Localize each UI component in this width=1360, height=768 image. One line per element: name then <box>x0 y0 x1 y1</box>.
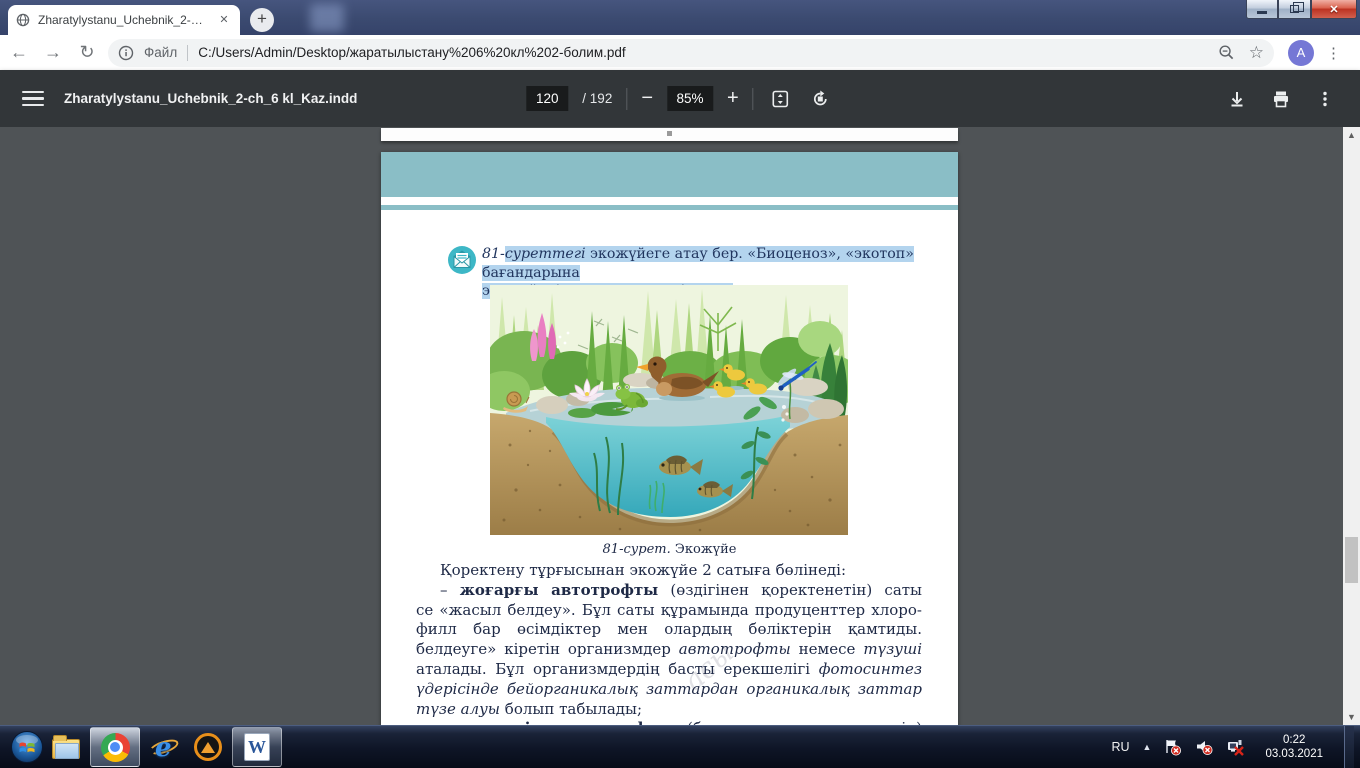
url-scheme-label: Файл <box>144 45 178 60</box>
more-options-icon[interactable] <box>1312 86 1338 112</box>
print-button[interactable] <box>1268 86 1294 112</box>
body-line: се «жасыл белдеу». Бұл саты құрамында пр… <box>416 600 922 619</box>
page-total-label: / 192 <box>582 91 613 106</box>
pdf-document-title: Zharatylystanu_Uchebnik_2-ch_6 kl_Kaz.in… <box>64 91 358 106</box>
pdf-page: 81-суреттегі экожүйеге атау бер. «Биоцен… <box>381 152 958 768</box>
taskbar-clock[interactable]: 0:22 03.03.2021 <box>1257 733 1331 761</box>
body-line: Қоректену тұрғысынан экожүйе 2 сатыға бө… <box>440 561 846 579</box>
figure-caption: 81-сурет. Экожүйе <box>602 542 737 557</box>
scrollbar-thumb[interactable] <box>1345 537 1358 583</box>
action-center-flag-icon[interactable] <box>1164 738 1182 756</box>
toolbar-divider <box>626 87 628 110</box>
show-desktop-button[interactable] <box>1344 725 1354 768</box>
url-text[interactable]: C:/Users/Admin/Desktop/жаратылыстану%206… <box>198 45 1218 60</box>
zoom-out-button[interactable]: − <box>641 87 653 110</box>
body-line: аталады. Бұл организмдердің басты ерекше… <box>416 659 922 678</box>
folder-icon <box>52 735 80 759</box>
clock-time: 0:22 <box>1283 734 1306 746</box>
scroll-down-icon[interactable]: ▼ <box>1343 709 1360 725</box>
pond-ecosystem-illustration <box>490 285 848 535</box>
fit-to-page-button[interactable] <box>768 86 794 112</box>
browser-menu-icon[interactable]: ⋮ <box>1326 44 1341 62</box>
zoom-out-page-icon[interactable] <box>1218 44 1235 61</box>
vertical-scrollbar[interactable]: ▲ ▼ <box>1343 127 1360 725</box>
start-button[interactable] <box>10 730 44 764</box>
pdf-viewport[interactable]: 81-суреттегі экожүйеге атау бер. «Биоцен… <box>0 127 1360 768</box>
system-tray: RU ▲ 0:22 03.03.2021 <box>1111 725 1360 768</box>
page-number-input[interactable]: 120 <box>526 86 569 111</box>
body-text: Қоректену тұрғысынан экожүйе 2 сатыға бө… <box>416 561 922 739</box>
body-line: үдерісінде бейорганикалық заттардан орга… <box>416 679 922 698</box>
toolbar-divider <box>752 87 754 110</box>
body-line: белдеуге» кіретін организмдер автотрофты… <box>416 640 922 659</box>
zoom-in-button[interactable]: + <box>727 87 739 110</box>
browser-titlebar: Zharatylystanu_Uchebnik_2-ch_6 ✕ + ✕ <box>0 0 1360 35</box>
reload-button[interactable]: ↻ <box>72 38 102 68</box>
aimp-icon <box>194 733 222 761</box>
window-minimize-button[interactable] <box>1246 0 1278 19</box>
network-disconnected-icon[interactable] <box>1226 738 1245 756</box>
clock-date: 03.03.2021 <box>1265 748 1323 760</box>
pdf-toolbar: Zharatylystanu_Uchebnik_2-ch_6 kl_Kaz.in… <box>0 70 1360 127</box>
globe-favicon-icon <box>16 13 30 27</box>
tab-title: Zharatylystanu_Uchebnik_2-ch_6 <box>38 13 208 27</box>
browser-tab[interactable]: Zharatylystanu_Uchebnik_2-ch_6 ✕ <box>8 5 240 35</box>
body-line: филл бар өсімдіктер мен олардың бөліктер… <box>416 620 922 639</box>
rotate-button[interactable] <box>808 86 834 112</box>
teal-rule <box>381 205 958 210</box>
taskbar-word-button[interactable]: W <box>232 727 282 767</box>
page-info-icon[interactable] <box>118 44 136 62</box>
screen: Zharatylystanu_Uchebnik_2-ch_6 ✕ + ✕ ← →… <box>0 0 1360 768</box>
chapter-banner <box>381 152 958 197</box>
forward-button[interactable]: → <box>38 38 68 68</box>
instruction-line: 81-суреттегі экожүйеге атау бер. «Биоцен… <box>482 246 914 281</box>
browser-toolbar: ← → ↻ Файл C:/Users/Admin/Desktop/жараты… <box>0 35 1360 70</box>
taskbar-explorer-button[interactable] <box>44 727 88 767</box>
body-line: түзе алуы болып табылады; <box>416 699 643 718</box>
taskbar-chrome-button[interactable] <box>90 727 140 767</box>
taskbar-ie-button[interactable]: e <box>142 727 186 767</box>
word-icon: W <box>244 733 270 761</box>
envelope-task-icon <box>447 245 477 275</box>
body-line: – жоғарғы автотрофты (өздігінен қоректен… <box>440 580 922 599</box>
new-tab-button[interactable]: + <box>250 8 274 32</box>
window-controls: ✕ <box>1246 0 1357 19</box>
zoom-level-input[interactable]: 85% <box>667 86 714 111</box>
language-indicator[interactable]: RU <box>1111 740 1129 754</box>
bookmark-star-icon[interactable]: ☆ <box>1249 43 1264 63</box>
chrome-icon <box>100 732 130 762</box>
profile-avatar[interactable]: A <box>1288 39 1314 66</box>
window-close-button[interactable]: ✕ <box>1311 0 1357 19</box>
aero-glass-reflection <box>310 4 344 32</box>
scroll-up-icon[interactable]: ▲ <box>1343 127 1360 143</box>
url-separator <box>187 44 189 61</box>
hidden-icons-arrow[interactable]: ▲ <box>1143 742 1152 752</box>
taskbar-aimp-button[interactable] <box>186 727 230 767</box>
volume-muted-icon[interactable] <box>1195 738 1213 756</box>
back-button[interactable]: ← <box>4 38 34 68</box>
download-button[interactable] <box>1224 86 1250 112</box>
window-restore-button[interactable] <box>1278 0 1311 19</box>
pdf-menu-icon[interactable] <box>22 90 44 107</box>
address-bar[interactable]: Файл C:/Users/Admin/Desktop/жаратылыстан… <box>108 38 1274 67</box>
windows-taskbar: e W RU ▲ 0:22 03.03.2021 <box>0 725 1360 768</box>
tab-close-icon[interactable]: ✕ <box>216 12 232 28</box>
previous-page-bottom <box>381 128 958 141</box>
internet-explorer-icon: e <box>147 732 181 763</box>
